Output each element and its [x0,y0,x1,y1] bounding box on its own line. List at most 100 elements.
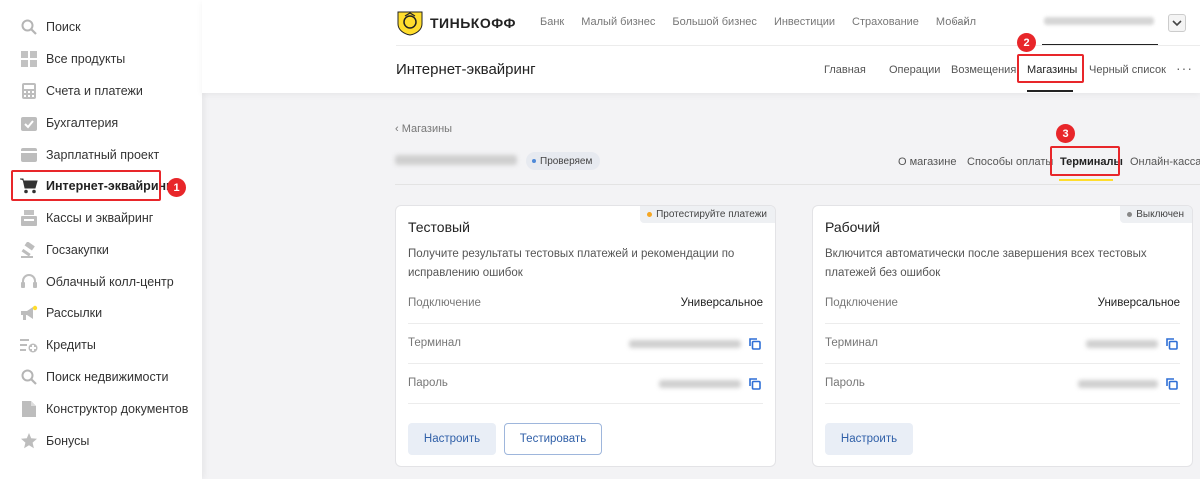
test-button[interactable]: Тестировать [504,423,602,455]
card-title: Тестовый [408,219,470,235]
sidebar-item-label: Все продукты [46,52,126,66]
user-name-redacted[interactable] [1044,17,1154,25]
topnav-insurance[interactable]: Страхование [852,16,919,28]
top-navigation: Банк Малый бизнес Большой бизнес Инвести… [540,16,993,28]
sidebar-item-credits[interactable]: Кредиты [0,333,202,357]
row-label: Терминал [408,337,461,349]
header: ТИНЬКОФФ Банк Малый бизнес Большой бизне… [202,0,1200,93]
sidebar-item-label: Бухгалтерия [46,116,119,130]
subnav-blacklist[interactable]: Черный список [1089,64,1166,76]
row-label: Пароль [825,377,865,389]
topnav-big-business[interactable]: Большой бизнес [672,16,757,28]
tab-online-cashbox[interactable]: Онлайн-касса [1130,156,1200,168]
topnav-small-business[interactable]: Малый бизнес [581,16,655,28]
sidebar-item-label: Поиск [46,20,81,34]
sidebar-item-label: Рассылки [46,306,103,320]
copy-icon[interactable] [1166,378,1178,390]
row-label: Подключение [408,297,481,309]
step-badge-1: 1 [167,178,186,197]
row-password: Пароль [825,364,1180,404]
subnav-operations[interactable]: Операции [889,64,940,76]
status-dot-icon [1127,212,1133,217]
highlight-frame-terminals [1050,146,1120,176]
card-description: Включится автоматически после завершения… [825,248,1147,279]
card-title: Рабочий [825,219,881,235]
card-status-tag: Выключен [1120,206,1192,223]
store-status-text: Проверяем [540,155,593,167]
subnav-refunds[interactable]: Возмещения [951,64,1016,76]
subnav-main[interactable]: Главная [824,64,866,76]
row-terminal: Терминал [408,324,763,364]
sidebar-item-document-builder[interactable]: Конструктор документов [0,397,202,421]
sidebar-item-label: Зарплатный проект [46,148,160,162]
cash-register-icon [20,209,38,227]
sidebar-item-label: Бонусы [46,434,90,448]
setup-button[interactable]: Настроить [825,423,913,455]
status-dot-icon [647,212,653,217]
topnav-bank[interactable]: Банк [540,16,564,28]
card-status-text: Протестируйте платежи [656,209,767,220]
row-value: Универсальное [680,297,763,309]
step-badge-3: 3 [1056,124,1075,143]
sidebar-item-label: Госзакупки [46,243,109,257]
headset-icon [20,273,38,291]
page-title: Интернет-эквайринг [396,61,536,78]
chevron-left-icon: ‹ [395,123,402,135]
gavel-icon [20,241,38,259]
terminal-card-production: Выключен Рабочий Включится автоматически… [812,205,1193,467]
megaphone-icon [20,304,38,322]
sidebar-item-salary[interactable]: Зарплатный проект [0,143,202,167]
sidebar-item-label: Конструктор документов [46,402,189,416]
row-terminal: Терминал [825,324,1180,364]
tab-about-store[interactable]: О магазине [898,156,956,168]
logo[interactable]: ТИНЬКОФФ [396,10,516,36]
search-icon [20,18,38,36]
sidebar-item-label: Поиск недвижимости [46,370,169,384]
topnav-more-icon[interactable]: ··· [952,13,969,29]
highlight-frame-acquiring [11,170,161,201]
row-connection: Подключение Универсальное [825,284,1180,324]
tabs-divider [395,184,1200,185]
credit-plus-icon [20,336,38,354]
sidebar-item-cash-registers[interactable]: Кассы и эквайринг [0,206,202,230]
sidebar-item-real-estate[interactable]: Поиск недвижимости [0,365,202,389]
exit-button[interactable] [1168,14,1186,32]
sidebar-item-label: Счета и платежи [46,84,143,98]
calculator-icon [20,82,38,100]
row-label: Пароль [408,377,448,389]
sidebar-item-label: Облачный колл-центр [46,275,174,289]
sidebar-item-all-products[interactable]: Все продукты [0,47,202,71]
sidebar-item-search[interactable]: Поиск [0,15,202,39]
tab-payment-methods[interactable]: Способы оплаты [967,156,1053,168]
subnav-active-indicator [1027,90,1073,92]
sidebar-item-procurement[interactable]: Госзакупки [0,238,202,262]
breadcrumb[interactable]: ‹ Магазины [395,123,452,135]
setup-button[interactable]: Настроить [408,423,496,455]
card-status-tag: Протестируйте платежи [640,206,775,223]
row-password: Пароль [408,364,763,404]
copy-icon[interactable] [749,338,761,350]
topnav-investments[interactable]: Инвестиции [774,16,835,28]
sidebar-item-accounts[interactable]: Счета и платежи [0,79,202,103]
sidebar-item-mailings[interactable]: Рассылки [0,301,202,325]
subnav-more-icon[interactable]: ··· [1176,60,1193,76]
row-label: Подключение [825,297,898,309]
password-redacted [659,380,741,388]
breadcrumb-stores: Магазины [401,123,453,135]
copy-icon[interactable] [749,378,761,390]
row-value: Универсальное [1097,297,1180,309]
chevron-down-icon [1172,20,1182,27]
sidebar-item-call-center[interactable]: Облачный колл-центр [0,270,202,294]
wallet-icon [20,146,38,164]
header-separator [396,45,1200,46]
card-description: Получите результаты тестовых платежей и … [408,248,735,279]
tab-active-indicator [1059,179,1113,181]
sidebar: Поиск Все продукты Счета и платежи Бухга… [0,0,202,479]
grid-icon [20,50,38,68]
sidebar-item-label: Кредиты [46,338,96,352]
store-name-redacted [395,155,517,165]
sidebar-item-accounting[interactable]: Бухгалтерия [0,111,202,135]
sidebar-item-bonuses[interactable]: Бонусы [0,429,202,453]
step-badge-2: 2 [1017,33,1036,52]
copy-icon[interactable] [1166,338,1178,350]
